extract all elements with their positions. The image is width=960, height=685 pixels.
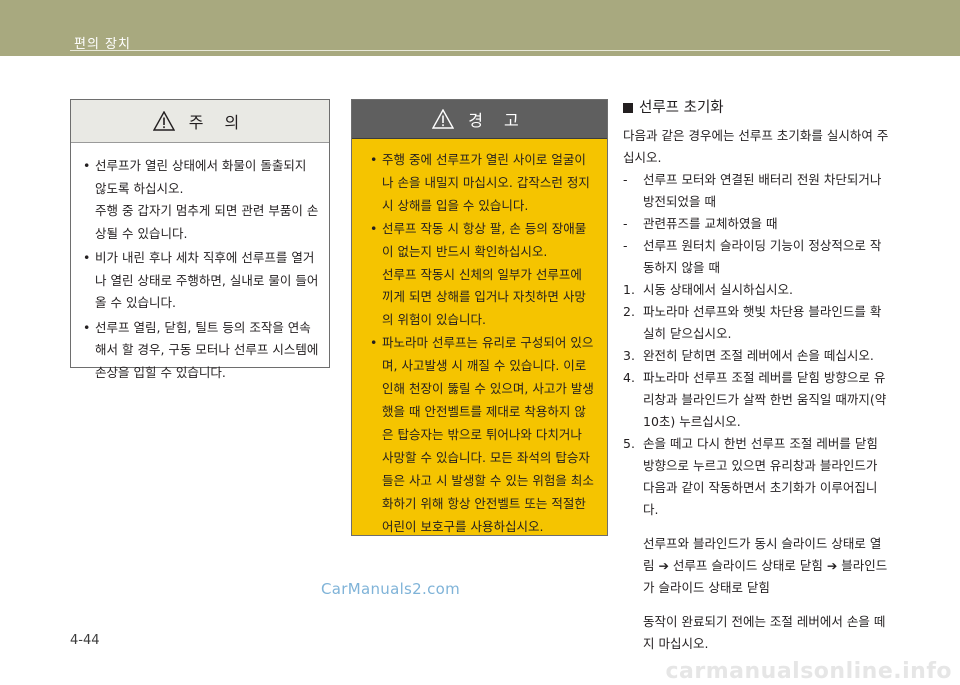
- step-number: 4.: [623, 370, 635, 385]
- condition-text: 선루프 원터치 슬라이딩 기능이 정상적으로 작동하지 않을 때: [643, 238, 882, 275]
- warning-item: 주행 중에 선루프가 열린 사이로 얼굴이나 손을 내밀지 마십시오. 갑작스런…: [370, 149, 597, 218]
- caution-item: 선루프가 열린 상태에서 화물이 돌출되지 않도록 하십시오. 주행 중 갑자기…: [83, 155, 321, 245]
- step-number: 2.: [623, 304, 635, 319]
- step-text: 완전히 닫히면 조절 레버에서 손을 떼십시오.: [643, 348, 874, 363]
- list-marker: -: [623, 238, 628, 253]
- warning-item-extra: 선루프 작동시 신체의 일부가 선루프에 끼게 되면 상해를 입거나 자칫하면 …: [382, 266, 586, 328]
- warning-item-text: 주행 중에 선루프가 열린 사이로 얼굴이나 손을 내밀지 마십시오. 갑작스런…: [382, 152, 590, 213]
- note-paragraph: 동작이 완료되기 전에는 조절 레버에서 손을 떼지 마십시오.: [623, 611, 891, 655]
- list-marker: -: [623, 216, 628, 231]
- sunroof-reset-section: 선루프 초기화 다음과 같은 경우에는 선루프 초기화를 실시하여 주십시오. …: [623, 97, 891, 655]
- step-text: 파노라마 선루프 조절 레버를 닫힘 방향으로 유리창과 블라인드가 살짝 한번…: [643, 370, 887, 429]
- condition-text: 관련퓨즈를 교체하였을 때: [643, 216, 778, 231]
- caution-box: 주 의 선루프가 열린 상태에서 화물이 돌출되지 않도록 하십시오. 주행 중…: [70, 99, 330, 380]
- warning-item: 선루프 작동 시 항상 팔, 손 등의 장애물이 없는지 반드시 확인하십시오.…: [370, 218, 597, 333]
- caution-item-extra: 주행 중 갑자기 멈추게 되면 관련 부품이 손상될 수 있습니다.: [95, 203, 319, 241]
- step-item: 1. 시동 상태에서 실시하십시오.: [623, 279, 891, 301]
- step-number: 3.: [623, 348, 635, 363]
- warning-item-text: 선루프 작동 시 항상 팔, 손 등의 장애물이 없는지 반드시 확인하십시오.: [382, 220, 587, 259]
- page-number: 4-44: [70, 633, 100, 648]
- step-item: 3. 완전히 닫히면 조절 레버에서 손을 떼십시오.: [623, 345, 891, 367]
- site-watermark: CarManuals2.com: [321, 580, 461, 598]
- note-text: 동작이 완료되기 전에는 조절 레버에서 손을 떼지 마십시오.: [643, 614, 886, 651]
- warning-triangle-icon: [432, 109, 455, 129]
- warning-header: 경 고: [352, 100, 607, 139]
- caution-item: 선루프 열림, 닫힘, 틸트 등의 조작을 연속해서 할 경우, 구동 모터나 …: [83, 317, 321, 385]
- section-intro: 다음과 같은 경우에는 선루프 초기화를 실시하여 주십시오.: [623, 128, 889, 165]
- caution-item-text: 비가 내린 후나 세차 직후에 선루프를 열거나 열린 상태로 주행하면, 실내…: [95, 250, 319, 310]
- header-bar: 편의 장치: [0, 0, 960, 56]
- caution-title: 주 의: [188, 113, 248, 132]
- condition-item: - 관련퓨즈를 교체하였을 때: [623, 213, 891, 235]
- step-item: 2. 파노라마 선루프와 햇빛 차단용 블라인드를 확실히 닫으십시오.: [623, 301, 891, 345]
- step-item: 5. 손을 떼고 다시 한번 선루프 조절 레버를 닫힘 방향으로 누르고 있으…: [623, 433, 891, 521]
- sequence-text: 선루프와 블라인드가 동시 슬라이드 상태로 열림 ➔ 선루프 슬라이드 상태로…: [643, 536, 888, 595]
- warning-item: 파노라마 선루프는 유리로 구성되어 있으며, 사고발생 시 깨질 수 있습니다…: [370, 332, 597, 538]
- caution-header: 주 의: [71, 100, 329, 143]
- warning-title: 경 고: [468, 111, 527, 130]
- condition-item: - 선루프 모터와 연결된 배터리 전원 차단되거나 방전되었을 때: [623, 169, 891, 213]
- condition-text: 선루프 모터와 연결된 배터리 전원 차단되거나 방전되었을 때: [643, 172, 882, 209]
- step-text: 파노라마 선루프와 햇빛 차단용 블라인드를 확실히 닫으십시오.: [643, 304, 882, 341]
- condition-item: - 선루프 원터치 슬라이딩 기능이 정상적으로 작동하지 않을 때: [623, 235, 891, 279]
- caution-list: 선루프가 열린 상태에서 화물이 돌출되지 않도록 하십시오. 주행 중 갑자기…: [71, 143, 329, 384]
- step-number: 1.: [623, 282, 635, 297]
- step-text: 시동 상태에서 실시하십시오.: [643, 282, 793, 297]
- warning-box: 경 고 주행 중에 선루프가 열린 사이로 얼굴이나 손을 내밀지 마십시오. …: [351, 99, 608, 536]
- step-item: 4. 파노라마 선루프 조절 레버를 닫힘 방향으로 유리창과 블라인드가 살짝…: [623, 367, 891, 433]
- caution-item: 비가 내린 후나 세차 직후에 선루프를 열거나 열린 상태로 주행하면, 실내…: [83, 247, 321, 315]
- footer-watermark: carmanualsonline.info: [665, 659, 952, 684]
- caution-item-text: 선루프가 열린 상태에서 화물이 돌출되지 않도록 하십시오.: [95, 158, 307, 196]
- warning-item-text: 파노라마 선루프는 유리로 구성되어 있으며, 사고발생 시 깨질 수 있습니다…: [382, 335, 594, 534]
- step-text: 손을 떼고 다시 한번 선루프 조절 레버를 닫힘 방향으로 누르고 있으면 유…: [643, 436, 878, 517]
- warning-triangle-icon: [152, 111, 175, 131]
- section-title: 선루프 초기화: [623, 97, 891, 119]
- sequence-paragraph: 선루프와 블라인드가 동시 슬라이드 상태로 열림 ➔ 선루프 슬라이드 상태로…: [623, 533, 891, 599]
- section-title-text: 선루프 초기화: [639, 100, 724, 116]
- warning-list: 주행 중에 선루프가 열린 사이로 얼굴이나 손을 내밀지 마십시오. 갑작스런…: [352, 139, 607, 538]
- step-number: 5.: [623, 436, 635, 451]
- square-bullet-icon: [623, 103, 633, 113]
- caution-item-text: 선루프 열림, 닫힘, 틸트 등의 조작을 연속해서 할 경우, 구동 모터나 …: [95, 319, 319, 380]
- list-marker: -: [623, 172, 628, 187]
- header-divider: [70, 50, 890, 51]
